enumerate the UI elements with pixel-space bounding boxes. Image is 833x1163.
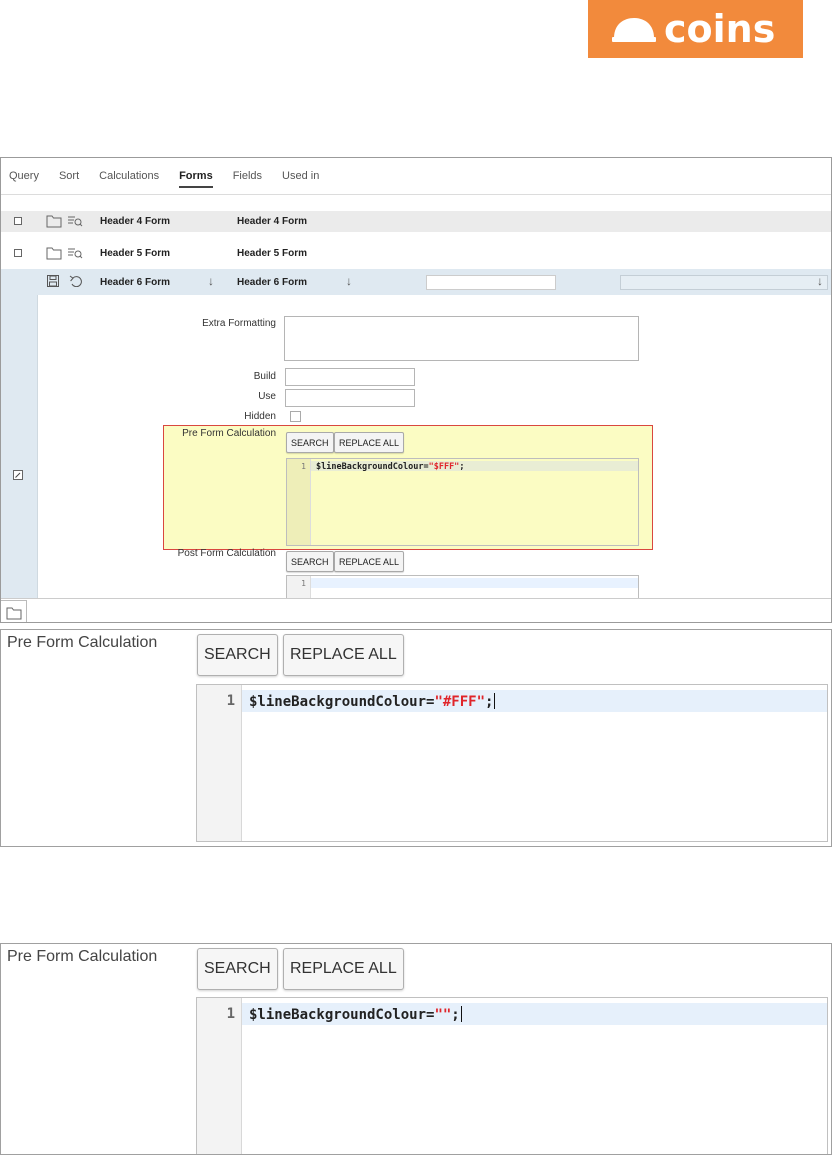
- code-line[interactable]: $lineBackgroundColour="$FFF";: [316, 462, 464, 472]
- replace-all-button[interactable]: REPLACE ALL: [334, 551, 405, 572]
- search-button[interactable]: SEARCH: [286, 432, 334, 453]
- use-field[interactable]: [285, 389, 415, 407]
- row-form: Header 5 Form: [237, 248, 308, 259]
- line-gutter: 1: [197, 685, 242, 841]
- tab-divider: [1, 194, 831, 195]
- row-form: Header 4 Form: [237, 216, 308, 227]
- search-button[interactable]: SEARCH: [197, 634, 278, 676]
- add-folder-button[interactable]: [1, 600, 27, 622]
- replace-all-button[interactable]: REPLACE ALL: [334, 432, 405, 453]
- undo-icon[interactable]: [69, 275, 83, 287]
- save-icon[interactable]: [47, 275, 59, 287]
- code-line[interactable]: $lineBackgroundColour="#FFF";: [249, 693, 496, 710]
- line-number: 1: [301, 462, 306, 471]
- use-label: Use: [258, 391, 276, 402]
- tab-used-in[interactable]: Used in: [282, 158, 319, 194]
- folder-icon[interactable]: [46, 214, 62, 228]
- replace-all-button[interactable]: REPLACE ALL: [283, 634, 404, 676]
- line-number: 1: [301, 579, 306, 588]
- arrow-down-icon[interactable]: ↓: [346, 274, 352, 288]
- extra-formatting-label: Extra Formatting: [202, 318, 276, 329]
- row-name: Header 4 Form: [100, 216, 171, 227]
- pre-calc-label: Pre Form Calculation: [7, 634, 158, 651]
- tab-forms[interactable]: Forms: [179, 158, 213, 194]
- edit-icon[interactable]: [13, 470, 23, 480]
- list-search-icon[interactable]: [67, 246, 83, 260]
- arrow-down-icon: ↓: [817, 274, 823, 288]
- hard-hat-icon: [612, 18, 656, 42]
- table-row[interactable]: Header 4 Form Header 4 Form: [1, 211, 831, 232]
- code-line[interactable]: $lineBackgroundColour="";: [249, 1006, 462, 1023]
- text-cursor: [460, 1006, 462, 1022]
- active-line: [311, 578, 638, 588]
- row-checkbox[interactable]: [14, 217, 22, 225]
- row-select[interactable]: ↓: [620, 274, 828, 290]
- row-name: Header 5 Form: [100, 248, 171, 259]
- hidden-label: Hidden: [244, 411, 276, 422]
- pre-calc-editor[interactable]: 1 $lineBackgroundColour="#FFF";: [196, 684, 828, 842]
- folder-icon[interactable]: [46, 246, 62, 260]
- line-number: 1: [226, 693, 235, 709]
- row-form[interactable]: Header 6 Form: [237, 277, 307, 288]
- tab-sort[interactable]: Sort: [59, 158, 79, 194]
- zoomed-pre-calc-after: Pre Form Calculation SEARCH REPLACE ALL …: [0, 943, 832, 1155]
- logo-text: coins: [664, 7, 776, 51]
- pre-calc-label: Pre Form Calculation: [182, 428, 276, 439]
- pre-calc-editor[interactable]: 1 $lineBackgroundColour="";: [196, 997, 828, 1154]
- line-gutter: 1: [197, 998, 242, 1154]
- row-text-input[interactable]: [426, 275, 556, 290]
- table-row-editing[interactable]: Header 6 Form ↓ Header 6 Form ↓ ↓: [1, 269, 831, 295]
- build-label: Build: [253, 371, 276, 382]
- zoomed-pre-calc-before: Pre Form Calculation SEARCH REPLACE ALL …: [0, 629, 832, 847]
- tab-query[interactable]: Query: [9, 158, 39, 194]
- tab-bar: Query Sort Calculations Forms Fields Use…: [1, 158, 831, 194]
- row-edit-strip: [1, 295, 38, 598]
- line-gutter: 1: [287, 459, 311, 545]
- folder-icon: [6, 607, 22, 620]
- hidden-checkbox[interactable]: [290, 411, 301, 422]
- forms-editor-screenshot: Query Sort Calculations Forms Fields Use…: [0, 157, 832, 623]
- search-button[interactable]: SEARCH: [286, 551, 334, 572]
- table-row[interactable]: Header 5 Form Header 5 Form: [1, 243, 831, 264]
- tab-fields[interactable]: Fields: [233, 158, 262, 194]
- replace-all-button[interactable]: REPLACE ALL: [283, 948, 404, 990]
- build-field[interactable]: [285, 368, 415, 386]
- line-number: 1: [226, 1006, 235, 1022]
- tab-calculations[interactable]: Calculations: [99, 158, 159, 194]
- arrow-down-icon[interactable]: ↓: [208, 274, 214, 288]
- pre-calc-editor[interactable]: 1 $lineBackgroundColour="$FFF";: [286, 458, 639, 546]
- search-button[interactable]: SEARCH: [197, 948, 278, 990]
- pre-calc-label: Pre Form Calculation: [7, 948, 158, 965]
- list-search-icon[interactable]: [67, 214, 83, 228]
- row-checkbox[interactable]: [14, 249, 22, 257]
- text-cursor: [494, 693, 496, 709]
- coins-logo: coins: [588, 0, 803, 58]
- extra-formatting-field[interactable]: [284, 316, 639, 361]
- post-calc-label: Post Form Calculation: [177, 548, 276, 559]
- bottom-toolbar: [1, 598, 831, 622]
- row-name[interactable]: Header 6 Form: [100, 277, 170, 288]
